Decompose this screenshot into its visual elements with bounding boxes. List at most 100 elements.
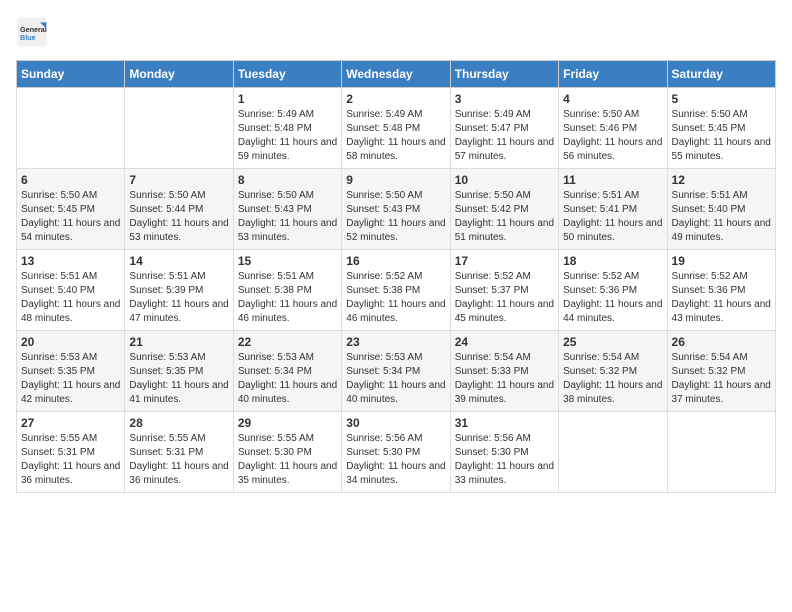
day-info: Sunrise: 5:50 AM Sunset: 5:43 PM Dayligh… xyxy=(238,189,337,245)
day-info: Sunrise: 5:53 AM Sunset: 5:34 PM Dayligh… xyxy=(238,351,337,407)
calendar-cell xyxy=(125,88,233,169)
day-number: 4 xyxy=(563,92,662,106)
calendar-cell: 4 Sunrise: 5:50 AM Sunset: 5:46 PM Daylig… xyxy=(559,88,667,169)
column-header-wednesday: Wednesday xyxy=(342,61,450,88)
calendar-cell: 1 Sunrise: 5:49 AM Sunset: 5:48 PM Daylig… xyxy=(233,88,341,169)
day-number: 16 xyxy=(346,254,445,268)
day-number: 31 xyxy=(455,416,554,430)
calendar-cell: 12 Sunrise: 5:51 AM Sunset: 5:40 PM Dayli… xyxy=(667,169,775,250)
week-row-3: 13 Sunrise: 5:51 AM Sunset: 5:40 PM Dayli… xyxy=(17,250,776,331)
day-info: Sunrise: 5:54 AM Sunset: 5:32 PM Dayligh… xyxy=(563,351,662,407)
day-info: Sunrise: 5:49 AM Sunset: 5:48 PM Dayligh… xyxy=(346,108,445,164)
calendar-cell: 16 Sunrise: 5:52 AM Sunset: 5:38 PM Dayli… xyxy=(342,250,450,331)
day-info: Sunrise: 5:50 AM Sunset: 5:42 PM Dayligh… xyxy=(455,189,554,245)
week-row-5: 27Sunrise: 5:55 AM Sunset: 5:31 PM Dayli… xyxy=(17,412,776,493)
calendar-cell: 15Sunrise: 5:51 AM Sunset: 5:38 PM Dayli… xyxy=(233,250,341,331)
day-number: 23 xyxy=(346,335,445,349)
day-info: Sunrise: 5:53 AM Sunset: 5:34 PM Dayligh… xyxy=(346,351,445,407)
day-number: 18 xyxy=(563,254,662,268)
day-number: 30 xyxy=(346,416,445,430)
calendar-cell: 7 Sunrise: 5:50 AM Sunset: 5:44 PM Daylig… xyxy=(125,169,233,250)
day-info: Sunrise: 5:49 AM Sunset: 5:48 PM Dayligh… xyxy=(238,108,337,164)
calendar-cell: 10Sunrise: 5:50 AM Sunset: 5:42 PM Dayli… xyxy=(450,169,558,250)
calendar-cell: 24Sunrise: 5:54 AM Sunset: 5:33 PM Dayli… xyxy=(450,331,558,412)
day-number: 14 xyxy=(129,254,228,268)
calendar-table: SundayMondayTuesdayWednesdayThursdayFrid… xyxy=(16,60,776,493)
day-info: Sunrise: 5:53 AM Sunset: 5:35 PM Dayligh… xyxy=(129,351,228,407)
calendar-cell: 14Sunrise: 5:51 AM Sunset: 5:39 PM Dayli… xyxy=(125,250,233,331)
day-info: Sunrise: 5:53 AM Sunset: 5:35 PM Dayligh… xyxy=(21,351,120,407)
day-number: 24 xyxy=(455,335,554,349)
calendar-cell: 5Sunrise: 5:50 AM Sunset: 5:45 PM Daylig… xyxy=(667,88,775,169)
day-number: 20 xyxy=(21,335,120,349)
day-info: Sunrise: 5:50 AM Sunset: 5:43 PM Dayligh… xyxy=(346,189,445,245)
day-number: 21 xyxy=(129,335,228,349)
calendar-cell xyxy=(17,88,125,169)
day-info: Sunrise: 5:54 AM Sunset: 5:32 PM Dayligh… xyxy=(672,351,771,407)
day-number: 12 xyxy=(672,173,771,187)
column-header-tuesday: Tuesday xyxy=(233,61,341,88)
calendar-cell: 6Sunrise: 5:50 AM Sunset: 5:45 PM Daylig… xyxy=(17,169,125,250)
logo: General Blue xyxy=(16,16,52,48)
calendar-cell: 13 Sunrise: 5:51 AM Sunset: 5:40 PM Dayli… xyxy=(17,250,125,331)
calendar-cell: 20 Sunrise: 5:53 AM Sunset: 5:35 PM Dayli… xyxy=(17,331,125,412)
calendar-cell: 8 Sunrise: 5:50 AM Sunset: 5:43 PM Daylig… xyxy=(233,169,341,250)
calendar-cell: 22 Sunrise: 5:53 AM Sunset: 5:34 PM Dayli… xyxy=(233,331,341,412)
week-row-4: 20 Sunrise: 5:53 AM Sunset: 5:35 PM Dayli… xyxy=(17,331,776,412)
day-number: 17 xyxy=(455,254,554,268)
day-number: 2 xyxy=(346,92,445,106)
day-info: Sunrise: 5:52 AM Sunset: 5:37 PM Dayligh… xyxy=(455,270,554,326)
day-number: 1 xyxy=(238,92,337,106)
calendar-cell: 21 Sunrise: 5:53 AM Sunset: 5:35 PM Dayli… xyxy=(125,331,233,412)
calendar-cell: 31 Sunrise: 5:56 AM Sunset: 5:30 PM Dayli… xyxy=(450,412,558,493)
calendar-cell: 30 Sunrise: 5:56 AM Sunset: 5:30 PM Dayli… xyxy=(342,412,450,493)
calendar-cell xyxy=(559,412,667,493)
day-info: Sunrise: 5:50 AM Sunset: 5:45 PM Dayligh… xyxy=(672,108,771,164)
column-header-thursday: Thursday xyxy=(450,61,558,88)
day-info: Sunrise: 5:56 AM Sunset: 5:30 PM Dayligh… xyxy=(455,432,554,488)
calendar-cell: 17 Sunrise: 5:52 AM Sunset: 5:37 PM Dayli… xyxy=(450,250,558,331)
calendar-cell: 9 Sunrise: 5:50 AM Sunset: 5:43 PM Daylig… xyxy=(342,169,450,250)
svg-text:Blue: Blue xyxy=(20,33,36,42)
day-number: 25 xyxy=(563,335,662,349)
calendar-cell: 29Sunrise: 5:55 AM Sunset: 5:30 PM Dayli… xyxy=(233,412,341,493)
calendar-cell: 19 Sunrise: 5:52 AM Sunset: 5:36 PM Dayli… xyxy=(667,250,775,331)
day-info: Sunrise: 5:50 AM Sunset: 5:46 PM Dayligh… xyxy=(563,108,662,164)
logo-icon: General Blue xyxy=(16,16,48,48)
day-number: 22 xyxy=(238,335,337,349)
day-number: 8 xyxy=(238,173,337,187)
day-info: Sunrise: 5:51 AM Sunset: 5:40 PM Dayligh… xyxy=(21,270,120,326)
day-number: 7 xyxy=(129,173,228,187)
day-info: Sunrise: 5:52 AM Sunset: 5:38 PM Dayligh… xyxy=(346,270,445,326)
calendar-cell xyxy=(667,412,775,493)
day-info: Sunrise: 5:56 AM Sunset: 5:30 PM Dayligh… xyxy=(346,432,445,488)
day-number: 11 xyxy=(563,173,662,187)
day-info: Sunrise: 5:52 AM Sunset: 5:36 PM Dayligh… xyxy=(672,270,771,326)
day-info: Sunrise: 5:52 AM Sunset: 5:36 PM Dayligh… xyxy=(563,270,662,326)
column-header-saturday: Saturday xyxy=(667,61,775,88)
day-number: 9 xyxy=(346,173,445,187)
column-header-sunday: Sunday xyxy=(17,61,125,88)
day-info: Sunrise: 5:50 AM Sunset: 5:44 PM Dayligh… xyxy=(129,189,228,245)
calendar-cell: 27Sunrise: 5:55 AM Sunset: 5:31 PM Dayli… xyxy=(17,412,125,493)
day-info: Sunrise: 5:50 AM Sunset: 5:45 PM Dayligh… xyxy=(21,189,120,245)
calendar-cell: 3 Sunrise: 5:49 AM Sunset: 5:47 PM Daylig… xyxy=(450,88,558,169)
calendar-cell: 26Sunrise: 5:54 AM Sunset: 5:32 PM Dayli… xyxy=(667,331,775,412)
day-number: 3 xyxy=(455,92,554,106)
column-header-monday: Monday xyxy=(125,61,233,88)
day-info: Sunrise: 5:55 AM Sunset: 5:30 PM Dayligh… xyxy=(238,432,337,488)
calendar-cell: 23 Sunrise: 5:53 AM Sunset: 5:34 PM Dayli… xyxy=(342,331,450,412)
calendar-cell: 11Sunrise: 5:51 AM Sunset: 5:41 PM Dayli… xyxy=(559,169,667,250)
day-info: Sunrise: 5:55 AM Sunset: 5:31 PM Dayligh… xyxy=(21,432,120,488)
day-number: 13 xyxy=(21,254,120,268)
calendar-cell: 2 Sunrise: 5:49 AM Sunset: 5:48 PM Daylig… xyxy=(342,88,450,169)
day-number: 28 xyxy=(129,416,228,430)
week-row-2: 6Sunrise: 5:50 AM Sunset: 5:45 PM Daylig… xyxy=(17,169,776,250)
page-header: General Blue xyxy=(16,16,776,48)
week-row-1: 1 Sunrise: 5:49 AM Sunset: 5:48 PM Daylig… xyxy=(17,88,776,169)
day-info: Sunrise: 5:51 AM Sunset: 5:40 PM Dayligh… xyxy=(672,189,771,245)
calendar-cell: 28Sunrise: 5:55 AM Sunset: 5:31 PM Dayli… xyxy=(125,412,233,493)
day-number: 19 xyxy=(672,254,771,268)
day-info: Sunrise: 5:49 AM Sunset: 5:47 PM Dayligh… xyxy=(455,108,554,164)
day-info: Sunrise: 5:51 AM Sunset: 5:38 PM Dayligh… xyxy=(238,270,337,326)
